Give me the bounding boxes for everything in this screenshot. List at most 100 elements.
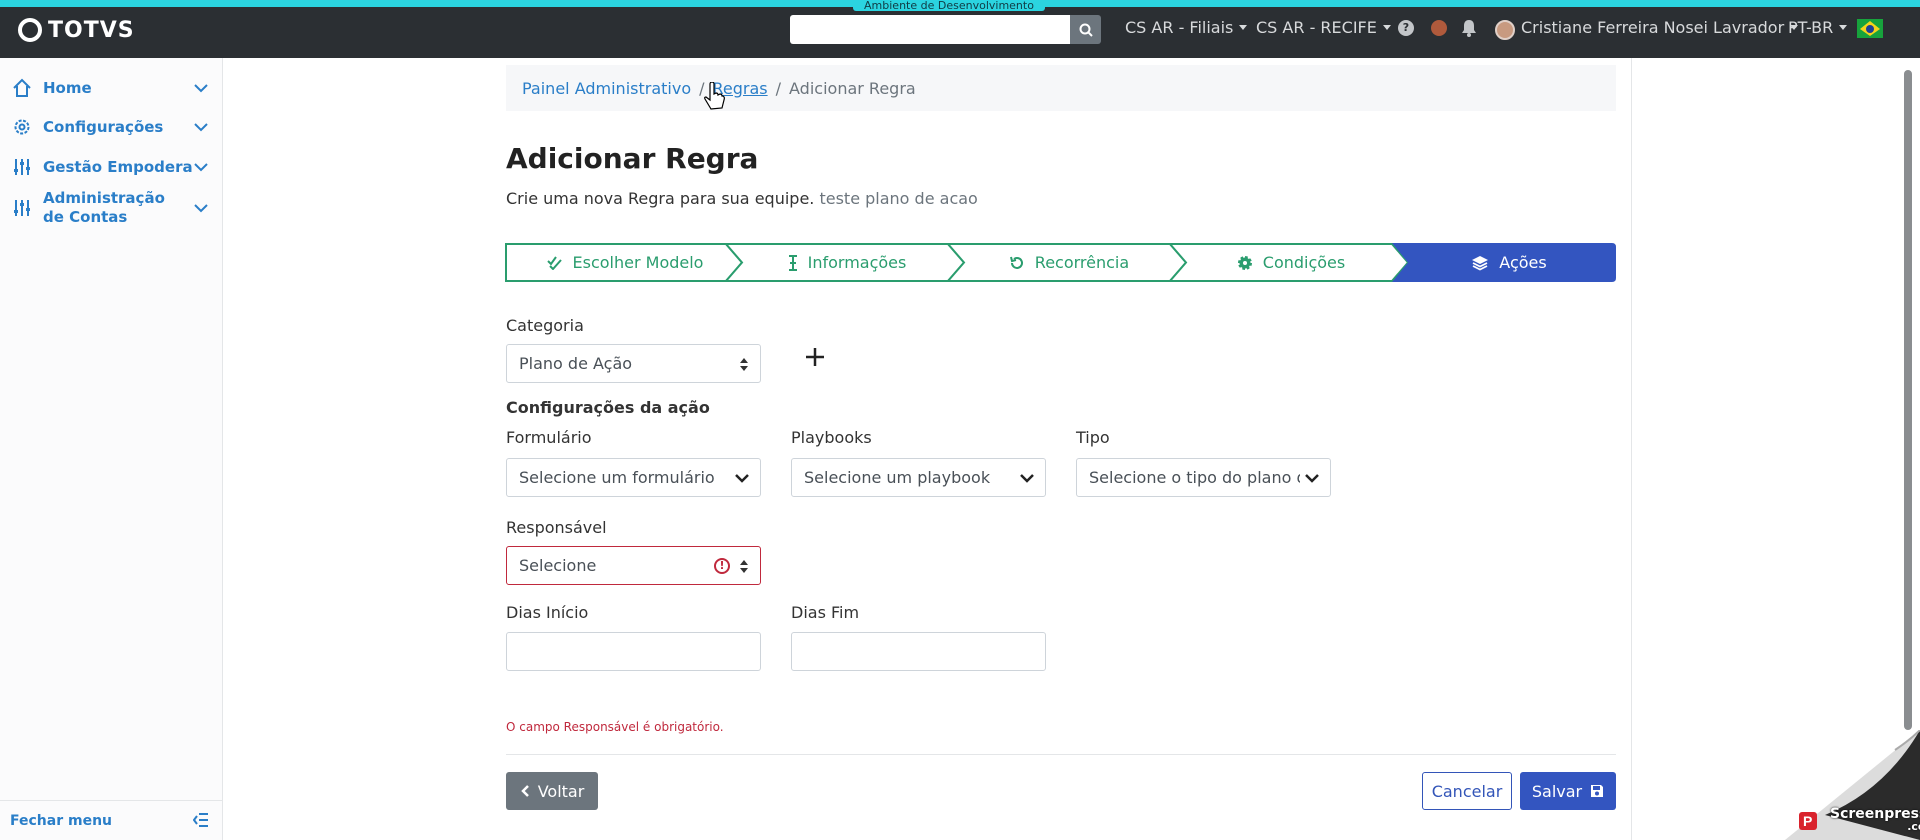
breadcrumb-separator: /: [775, 78, 782, 98]
page-subtitle-extra: teste plano de acao: [819, 189, 978, 208]
sidebar-footer[interactable]: Fechar menu: [0, 800, 223, 840]
chevron-down-icon[interactable]: [194, 83, 208, 93]
sidebar-item-label: Gestão Empodera: [43, 157, 193, 176]
language-label: PT-BR: [1788, 18, 1834, 37]
step-condicoes[interactable]: Condições: [1180, 243, 1402, 282]
cancel-button[interactable]: Cancelar: [1422, 772, 1512, 810]
responsavel-value: Selecione: [519, 556, 597, 575]
gear-icon: [12, 117, 32, 137]
user-name: Cristiane Ferreira Nosei Lavrador: [1521, 18, 1785, 37]
breadcrumb-painel-administrativo[interactable]: Painel Administrativo: [522, 79, 691, 98]
back-button-label: Voltar: [537, 781, 585, 801]
back-button[interactable]: Voltar: [506, 772, 598, 810]
sidebar-item-label: Home: [43, 78, 92, 97]
floppy-disk-icon: [1591, 785, 1604, 797]
bell-icon[interactable]: [1461, 19, 1477, 37]
categoria-select[interactable]: Plano de Ação: [506, 344, 761, 383]
search-icon: [1079, 23, 1093, 37]
sidebar-item-gestao-empodera[interactable]: Gestão Empodera: [0, 157, 223, 177]
divider: [506, 754, 1616, 755]
totvs-logo[interactable]: TOTVS: [18, 17, 135, 43]
sliders-icon: [12, 157, 32, 177]
menu-recife[interactable]: CS AR - RECIFE: [1256, 18, 1391, 37]
sidebar-item-configuracoes[interactable]: Configurações: [0, 117, 223, 137]
sidebar-item-home[interactable]: Home: [0, 78, 223, 98]
step-label: Recorrência: [1034, 253, 1130, 272]
playbooks-label: Playbooks: [791, 428, 872, 447]
scrollbar-thumb[interactable]: [1904, 70, 1912, 730]
user-menu[interactable]: Cristiane Ferreira Nosei Lavrador: [1521, 18, 1799, 37]
chevron-left-icon: [520, 785, 529, 797]
brand-name: TOTVS: [48, 17, 135, 43]
dias-inicio-label: Dias Início: [506, 603, 589, 622]
step-label: Informações: [807, 253, 907, 272]
caret-down-icon: [1239, 25, 1248, 30]
formulario-label: Formulário: [506, 428, 592, 447]
gear-icon: [1237, 255, 1252, 270]
user-avatar[interactable]: [1495, 20, 1515, 40]
profile-figure-icon[interactable]: [1431, 20, 1447, 36]
page-subtitle-text: Crie uma nova Regra para sua equipe.: [506, 189, 815, 208]
watermark-text: Screenpresso .com: [1830, 806, 1920, 832]
search-input[interactable]: [790, 15, 1070, 44]
step-recorrencia[interactable]: Recorrência: [958, 243, 1180, 282]
section-title: Configurações da ação: [506, 398, 710, 417]
search-button[interactable]: [1070, 15, 1101, 44]
tipo-select[interactable]: Selecione o tipo do plano de a: [1076, 458, 1331, 497]
step-escolher-modelo[interactable]: Escolher Modelo: [514, 243, 736, 282]
menu-filiais[interactable]: CS AR - Filiais: [1125, 18, 1248, 37]
wizard-stepper: Escolher Modelo Informações Recorrência …: [504, 243, 1616, 282]
svg-text:P: P: [1803, 813, 1812, 829]
menu-filiais-label: CS AR - Filiais: [1125, 18, 1234, 37]
tipo-placeholder: Selecione o tipo do plano de a: [1089, 468, 1300, 487]
page-subtitle: Crie uma nova Regra para sua equipe. tes…: [506, 189, 978, 208]
step-acoes[interactable]: Ações: [1402, 243, 1616, 282]
chevron-down-icon: [1020, 474, 1034, 483]
chevron-down-icon: [1305, 474, 1319, 483]
brazil-flag-icon[interactable]: [1857, 19, 1883, 38]
save-button[interactable]: Salvar: [1520, 772, 1616, 810]
step-informacoes[interactable]: Informações: [736, 243, 958, 282]
caret-down-icon: [1839, 25, 1848, 30]
totvs-logo-icon: [18, 18, 42, 42]
responsavel-label: Responsável: [506, 518, 607, 537]
categoria-label: Categoria: [506, 316, 584, 335]
rotate-icon: [1009, 256, 1023, 269]
collapse-menu-icon[interactable]: [193, 813, 209, 827]
dias-fim-label: Dias Fim: [791, 603, 860, 622]
breadcrumb: Painel Administrativo / Regras / Adicion…: [506, 65, 1616, 111]
layers-icon: [1472, 255, 1489, 271]
formulario-select[interactable]: Selecione um formulário: [506, 458, 761, 497]
playbooks-select[interactable]: Selecione um playbook: [791, 458, 1046, 497]
double-check-icon: [546, 255, 562, 270]
page-title: Adicionar Regra: [506, 142, 759, 175]
sidebar-item-administracao-contas[interactable]: Administração de Contas: [0, 178, 223, 238]
sidebar: Home Configurações Gestão Empodera Admin…: [0, 58, 223, 840]
sort-updown-icon: [740, 560, 748, 573]
chevron-down-icon[interactable]: [194, 162, 208, 172]
dias-fim-input[interactable]: [791, 632, 1046, 671]
help-icon[interactable]: ?: [1398, 20, 1414, 36]
hand-cursor-icon: [704, 82, 725, 110]
home-icon: [12, 78, 32, 98]
sort-updown-icon: [740, 358, 748, 371]
sliders-icon: [12, 198, 32, 218]
cancel-button-label: Cancelar: [1431, 781, 1503, 801]
categoria-value: Plano de Ação: [519, 354, 633, 373]
chevron-down-icon: [735, 474, 749, 483]
step-label: Condições: [1262, 253, 1346, 272]
caret-down-icon: [1382, 25, 1391, 30]
sidebar-item-label: Administração de Contas: [43, 189, 165, 226]
tipo-label: Tipo: [1076, 428, 1110, 447]
breadcrumb-current: Adicionar Regra: [789, 78, 916, 98]
sidebar-item-label: Configurações: [43, 117, 164, 136]
responsavel-select[interactable]: Selecione !: [506, 546, 761, 585]
chevron-down-icon[interactable]: [194, 203, 208, 213]
add-category-button[interactable]: [804, 346, 826, 368]
formulario-placeholder: Selecione um formulário: [519, 468, 715, 487]
close-menu-label: Fechar menu: [10, 812, 112, 829]
dias-inicio-input[interactable]: [506, 632, 761, 671]
language-menu[interactable]: PT-BR: [1788, 18, 1848, 37]
chevron-down-icon[interactable]: [194, 122, 208, 132]
save-button-label: Salvar: [1531, 781, 1583, 801]
